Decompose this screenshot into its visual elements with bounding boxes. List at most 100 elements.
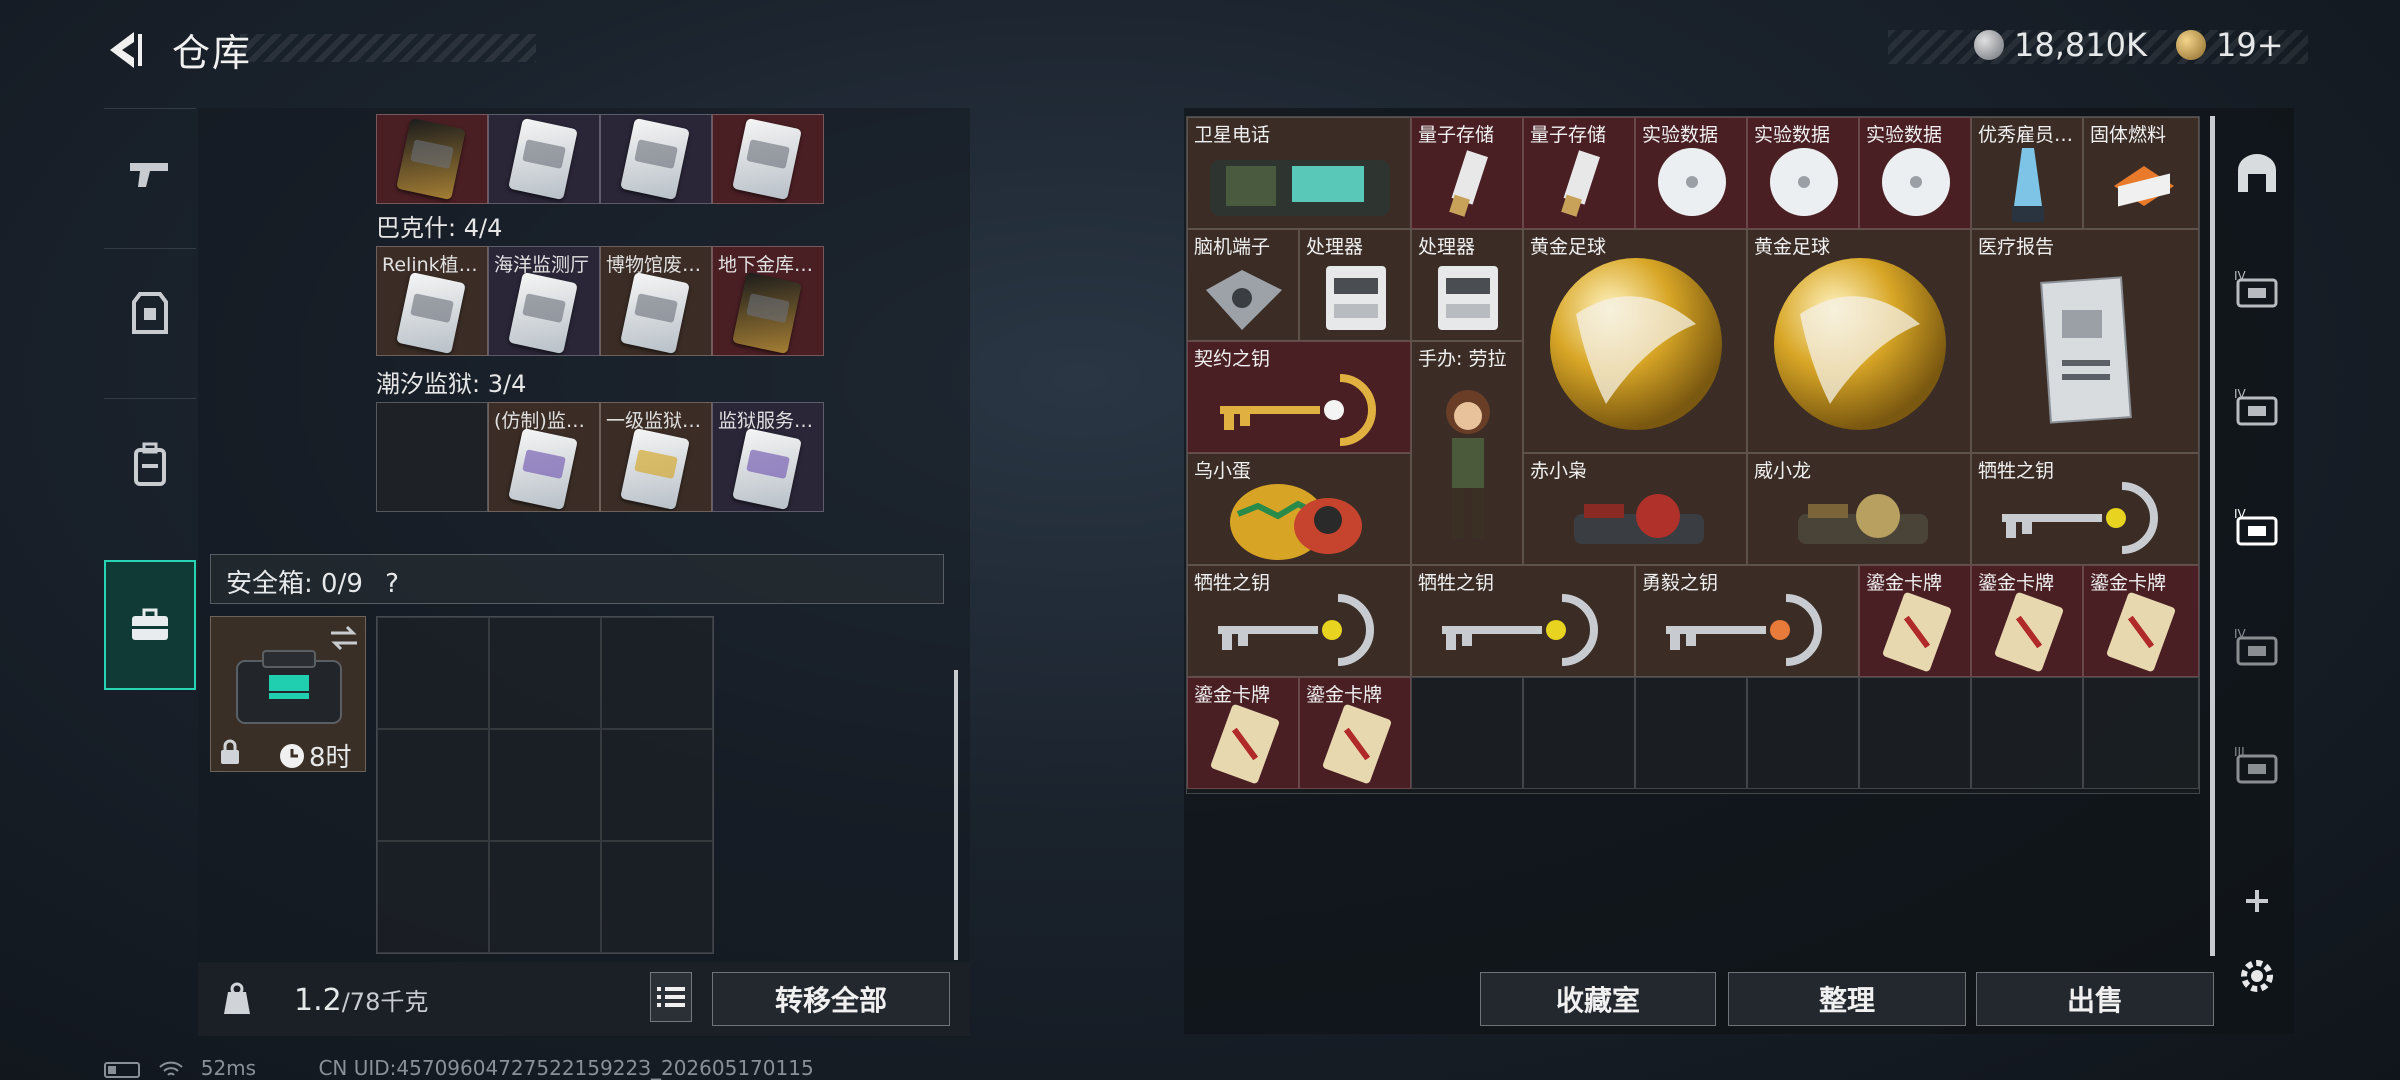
- stash-item[interactable]: 乌小蛋: [1187, 453, 1411, 565]
- stash-item[interactable]: 牺牲之钥: [1187, 565, 1411, 677]
- left-scrollbar[interactable]: [954, 670, 958, 960]
- keycard-slot[interactable]: 海洋监测厅: [488, 246, 600, 356]
- keycard-slot[interactable]: 一级监狱…: [600, 402, 712, 512]
- keycard-slot[interactable]: [712, 114, 824, 204]
- backpack-icon: [134, 442, 166, 486]
- keycard-slot[interactable]: 监狱服务…: [712, 402, 824, 512]
- list-view-button[interactable]: [650, 972, 692, 1022]
- stash-item[interactable]: 处理器: [1299, 229, 1411, 341]
- svg-text:IV: IV: [2234, 507, 2247, 521]
- tier3-case-icon[interactable]: III: [2232, 744, 2282, 788]
- nav-safebox[interactable]: [104, 560, 196, 690]
- tier4-case-icon[interactable]: IV: [2232, 268, 2282, 312]
- tier4-case-icon[interactable]: IV: [2232, 386, 2282, 430]
- collection-room-button[interactable]: 收藏室: [1480, 972, 1716, 1026]
- plus-icon[interactable]: [2232, 878, 2282, 922]
- tier4-case-icon[interactable]: IV: [2232, 626, 2282, 670]
- empty-slot[interactable]: [1971, 677, 2083, 789]
- stash-item[interactable]: 黄金足球: [1523, 229, 1747, 453]
- stash-item[interactable]: 固体燃料: [2083, 117, 2199, 229]
- stash-item[interactable]: 赤小枭: [1523, 453, 1747, 565]
- stash-scrollbar[interactable]: [2210, 116, 2215, 956]
- stash-item[interactable]: 牺牲之钥: [1971, 453, 2199, 565]
- usb-icon: [1449, 150, 1488, 217]
- ticket-display[interactable]: 19+: [2176, 26, 2284, 64]
- stash-item[interactable]: 鎏金卡牌: [1187, 677, 1299, 789]
- stash-item[interactable]: 脑机端子: [1187, 229, 1299, 341]
- safe-slot[interactable]: [377, 729, 489, 841]
- safe-slot[interactable]: [601, 841, 713, 953]
- settings-icon[interactable]: [2232, 954, 2282, 998]
- gold-card-icon: [1995, 592, 2063, 672]
- stash-item[interactable]: 医疗报告: [1971, 229, 2199, 453]
- item-label: 鎏金卡牌: [1306, 684, 1383, 706]
- keycard-slot[interactable]: [488, 114, 600, 204]
- stash-item[interactable]: 量子存储: [1411, 117, 1523, 229]
- stash-item[interactable]: 鎏金卡牌: [1299, 677, 1411, 789]
- back-arrow-icon[interactable]: [100, 26, 148, 74]
- safe-box-grid: [376, 616, 714, 954]
- phone-icon: [1210, 160, 1390, 216]
- svg-text:III: III: [2234, 745, 2245, 759]
- safe-slot[interactable]: [377, 841, 489, 953]
- group-title: 潮汐监狱: 3/4: [376, 370, 527, 398]
- empty-slot[interactable]: [2083, 677, 2199, 789]
- gold-card-icon: [1211, 704, 1279, 784]
- stash-item[interactable]: 鎏金卡牌: [1971, 565, 2083, 677]
- keycard-slot[interactable]: [600, 114, 712, 204]
- safe-slot[interactable]: [489, 841, 601, 953]
- item-label: 量子存储: [1530, 124, 1607, 146]
- keycard-slot[interactable]: 博物馆废…: [600, 246, 712, 356]
- nav-backpack[interactable]: [104, 398, 196, 529]
- stash-item[interactable]: 实验数据: [1859, 117, 1971, 229]
- nav-weapon[interactable]: [104, 108, 196, 239]
- stash-item[interactable]: 卫星电话: [1187, 117, 1411, 229]
- currency-display[interactable]: 18,810K: [1974, 26, 2147, 64]
- swap-icon[interactable]: [329, 625, 359, 651]
- stash-item[interactable]: 实验数据: [1635, 117, 1747, 229]
- safe-slot[interactable]: [601, 617, 713, 729]
- empty-slot[interactable]: [1747, 677, 1859, 789]
- stash-item[interactable]: 黄金足球: [1747, 229, 1971, 453]
- keycard-slot[interactable]: 地下金库…: [712, 246, 824, 356]
- mech-toy-icon: [1798, 494, 1928, 544]
- safe-slot[interactable]: [489, 729, 601, 841]
- empty-slot[interactable]: [1523, 677, 1635, 789]
- safe-slot[interactable]: [489, 617, 601, 729]
- stash-item[interactable]: 量子存储: [1523, 117, 1635, 229]
- keycard-slot[interactable]: [376, 114, 488, 204]
- keycard-slot[interactable]: (仿制)监…: [488, 402, 600, 512]
- transfer-all-button[interactable]: 转移全部: [712, 972, 950, 1026]
- safe-slot[interactable]: [601, 729, 713, 841]
- disc-icon: [1770, 148, 1838, 216]
- help-icon[interactable]: ?: [385, 569, 399, 599]
- item-label: 鎏金卡牌: [1978, 572, 2055, 594]
- nav-armor[interactable]: [104, 248, 196, 379]
- empty-slot[interactable]: [1411, 677, 1523, 789]
- keycard-slot-empty[interactable]: [376, 402, 488, 512]
- stash-item[interactable]: 牺牲之钥: [1411, 565, 1635, 677]
- stash-item[interactable]: 手办: 劳拉: [1411, 341, 1523, 565]
- safe-slot[interactable]: [377, 617, 489, 729]
- stash-item[interactable]: 处理器: [1411, 229, 1523, 341]
- stash-item[interactable]: 勇毅之钥: [1635, 565, 1859, 677]
- safe-case-slot[interactable]: 8时: [210, 616, 366, 773]
- mech-toy-icon: [1574, 494, 1704, 544]
- ticket-count: 19+: [2216, 26, 2284, 64]
- stash-item[interactable]: 威小龙: [1747, 453, 1971, 565]
- sell-button[interactable]: 出售: [1976, 972, 2214, 1026]
- stash-item[interactable]: 实验数据: [1747, 117, 1859, 229]
- empty-slot[interactable]: [1635, 677, 1747, 789]
- stash-item[interactable]: 优秀雇员…: [1971, 117, 2083, 229]
- stash-item[interactable]: 鎏金卡牌: [1859, 565, 1971, 677]
- stash-item[interactable]: 契约之钥: [1187, 341, 1411, 453]
- empty-slot[interactable]: [1859, 677, 1971, 789]
- page-title: 仓库: [172, 31, 253, 75]
- item-label: 固体燃料: [2090, 124, 2167, 146]
- sort-button[interactable]: 整理: [1728, 972, 1966, 1026]
- keycard-slot[interactable]: Relink植…: [376, 246, 488, 356]
- tier4-case-selected-icon[interactable]: IV: [2232, 506, 2282, 550]
- arch-icon[interactable]: [2232, 152, 2282, 196]
- stash-item[interactable]: 鎏金卡牌: [2083, 565, 2199, 677]
- slot-label: 地下金库…: [718, 254, 814, 276]
